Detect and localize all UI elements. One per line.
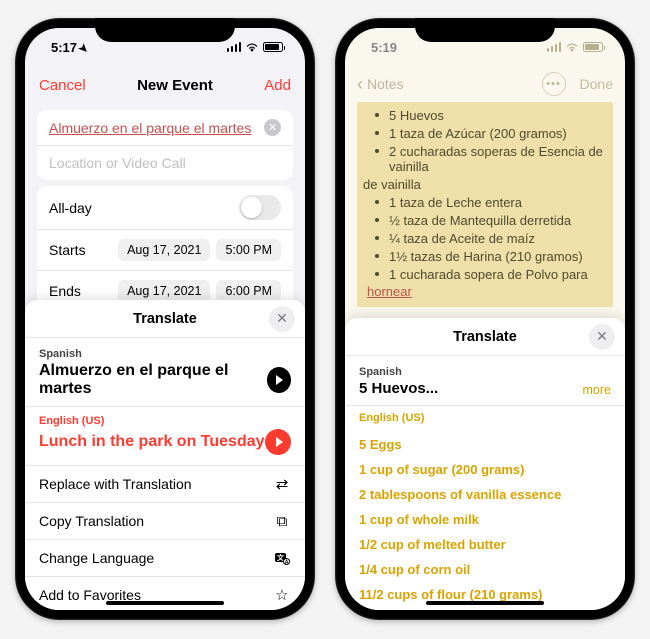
phone-notes: 5:19 ‹ Notes ••• Done 5 Huevos 1 taza de… <box>335 18 635 620</box>
starts-date[interactable]: Aug 17, 2021 <box>118 239 210 261</box>
translate-sheet: Translate ✕ Spanish 5 Huevos... more Eng… <box>345 318 625 610</box>
copy-label: Copy Translation <box>39 513 144 529</box>
ends-label: Ends <box>49 283 118 299</box>
list-item: 1 taza de Leche entera <box>373 193 607 211</box>
nav-bar: Cancel New Event Add <box>25 66 305 104</box>
replace-action[interactable]: Replace with Translation ⇄ <box>25 466 305 503</box>
source-block: Spanish Almuerzo en el parque el martes <box>25 338 305 407</box>
cancel-button[interactable]: Cancel <box>39 77 86 94</box>
location-placeholder: Location or Video Call <box>49 155 186 171</box>
copy-icon: ⧉ <box>273 512 291 530</box>
source-text: Almuerzo en el parque el martes <box>39 362 267 398</box>
battery-icon <box>263 42 283 52</box>
back-chevron-icon[interactable]: ‹ <box>357 74 363 95</box>
done-button[interactable]: Done <box>580 76 613 92</box>
nav-title: New Event <box>137 77 213 94</box>
starts-row: Starts Aug 17, 2021 5:00 PM <box>37 230 293 271</box>
list-item: 1½ tazas de Harina (210 gramos) <box>373 247 607 265</box>
translate-sheet: Translate ✕ Spanish Almuerzo en el parqu… <box>25 300 305 610</box>
language-icon: 文A <box>273 549 291 567</box>
home-indicator[interactable] <box>106 601 224 605</box>
dest-lang: English (US) <box>39 415 291 427</box>
dest-block: English (US) <box>345 406 625 430</box>
play-source-button[interactable] <box>267 367 291 393</box>
ingredient-list: 5 Huevos 1 taza de Azúcar (200 gramos) 2… <box>363 106 607 283</box>
list-item: 5 Huevos <box>373 106 607 124</box>
dest-block: English (US) Lunch in the park on Tuesda… <box>25 407 305 466</box>
notch <box>95 18 235 42</box>
source-block: Spanish 5 Huevos... more <box>345 356 625 406</box>
more-button[interactable]: more <box>583 383 611 397</box>
signal-icon <box>227 42 242 52</box>
close-button[interactable]: ✕ <box>269 306 295 332</box>
play-dest-button[interactable] <box>265 429 291 455</box>
replace-label: Replace with Translation <box>39 476 192 492</box>
translation-item: 1 cup of whole milk <box>359 507 611 532</box>
add-button[interactable]: Add <box>264 77 291 94</box>
screen-notes: 5:19 ‹ Notes ••• Done 5 Huevos 1 taza de… <box>345 28 625 610</box>
favorites-action[interactable]: Add to Favorites ☆ <box>25 577 305 610</box>
source-lang: Spanish <box>359 366 438 378</box>
source-text: 5 Huevos... <box>359 380 438 397</box>
source-lang: Spanish <box>39 348 291 360</box>
status-time: 5:19 <box>371 40 397 55</box>
note-selection[interactable]: 5 Huevos 1 taza de Azúcar (200 gramos) 2… <box>357 102 613 307</box>
list-item: 1 taza de Azúcar (200 gramos) <box>373 124 607 142</box>
star-icon: ☆ <box>273 586 291 604</box>
notch <box>415 18 555 42</box>
title-value: Almuerzo en el parque el martes <box>49 120 251 136</box>
translation-list: 5 Eggs 1 cup of sugar (200 grams) 2 tabl… <box>345 430 625 607</box>
close-button[interactable]: ✕ <box>589 324 615 350</box>
signal-icon <box>547 42 562 52</box>
svg-text:A: A <box>285 560 289 566</box>
translation-item: 1/2 cup of melted butter <box>359 532 611 557</box>
change-label: Change Language <box>39 550 154 566</box>
list-item: 2 cucharadas soperas de Esencia de vaini… <box>373 142 607 175</box>
wifi-icon <box>565 42 579 52</box>
list-item: 1 cucharada sopera de Polvo para <box>373 265 607 283</box>
location-field[interactable]: Location or Video Call <box>37 146 293 180</box>
location-icon: ➤ <box>76 40 92 56</box>
dest-lang: English (US) <box>359 412 611 424</box>
copy-action[interactable]: Copy Translation ⧉ <box>25 503 305 540</box>
home-indicator[interactable] <box>426 601 544 605</box>
allday-label: All-day <box>49 200 239 216</box>
phone-calendar: 5:17➤ Cancel New Event Add Almuerzo en e… <box>15 18 315 620</box>
translation-item: 2 tablespoons of vanilla essence <box>359 482 611 507</box>
list-item: ½ taza de Mantequilla derretida <box>373 211 607 229</box>
sheet-header: Translate ✕ <box>345 318 625 356</box>
translation-item: 1 cup of sugar (200 grams) <box>359 457 611 482</box>
change-lang-action[interactable]: Change Language 文A <box>25 540 305 577</box>
replace-icon: ⇄ <box>273 475 291 493</box>
translation-item: 1/4 cup of corn oil <box>359 557 611 582</box>
sheet-header: Translate ✕ <box>25 300 305 338</box>
back-label[interactable]: Notes <box>367 76 404 92</box>
list-item: ¼ taza de Aceite de maíz <box>373 229 607 247</box>
underlined-word: hornear <box>367 284 412 299</box>
translation-item: 5 Eggs <box>359 432 611 457</box>
battery-icon <box>583 42 603 52</box>
more-button[interactable]: ••• <box>542 72 566 96</box>
allday-toggle[interactable] <box>239 195 281 220</box>
list-item-wrap: de vainilla <box>363 175 607 193</box>
ends-time[interactable]: 6:00 PM <box>216 280 281 302</box>
dest-text: Lunch in the park on Tuesday <box>39 433 265 451</box>
starts-time[interactable]: 5:00 PM <box>216 239 281 261</box>
wifi-icon <box>245 42 259 52</box>
sheet-title: Translate <box>453 329 517 345</box>
starts-label: Starts <box>49 242 118 258</box>
sheet-title: Translate <box>133 311 197 327</box>
screen-calendar: 5:17➤ Cancel New Event Add Almuerzo en e… <box>25 28 305 610</box>
nav-bar: ‹ Notes ••• Done <box>345 66 625 102</box>
status-time: 5:17 <box>51 40 77 55</box>
allday-row: All-day <box>37 186 293 230</box>
clear-icon[interactable]: ✕ <box>264 119 281 136</box>
ends-date[interactable]: Aug 17, 2021 <box>118 280 210 302</box>
title-field[interactable]: Almuerzo en el parque el martes ✕ <box>37 110 293 146</box>
